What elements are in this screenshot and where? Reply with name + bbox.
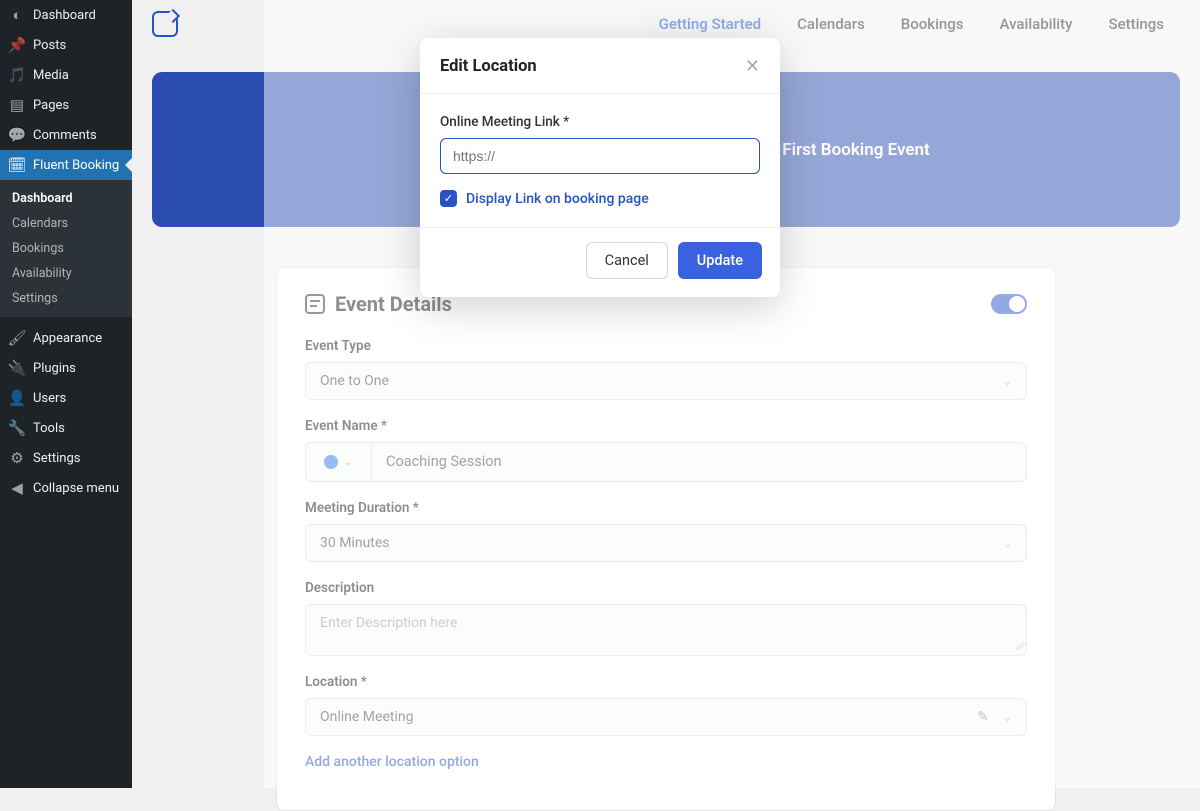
sidebar-sub-bookings[interactable]: Bookings xyxy=(0,236,132,261)
sidebar-item-media[interactable]: 🎵 Media xyxy=(0,60,132,90)
meeting-link-label: Online Meeting Link * xyxy=(440,114,760,130)
close-icon[interactable]: ✕ xyxy=(745,56,760,77)
modal-title: Edit Location xyxy=(440,57,537,76)
sidebar-item-collapse[interactable]: ◀ Collapse menu xyxy=(0,473,132,503)
cancel-button[interactable]: Cancel xyxy=(586,242,668,279)
sidebar-item-label: Posts xyxy=(33,38,66,53)
sidebar-item-label: Plugins xyxy=(33,361,76,376)
sidebar-item-appearance[interactable]: 🖌 Appearance xyxy=(0,323,132,353)
sidebar-item-label: Appearance xyxy=(33,331,102,346)
sidebar-item-label: Comments xyxy=(33,128,97,143)
sidebar-item-settings[interactable]: ⚙ Settings xyxy=(0,443,132,473)
wp-admin-sidebar: ◐ Dashboard 📌 Posts 🎵 Media ▤ Pages 💬 Co… xyxy=(0,0,132,788)
sidebar-sub-calendars[interactable]: Calendars xyxy=(0,211,132,236)
sidebar-item-posts[interactable]: 📌 Posts xyxy=(0,30,132,60)
sidebar-item-pages[interactable]: ▤ Pages xyxy=(0,90,132,120)
sidebar-item-tools[interactable]: 🔧 Tools xyxy=(0,413,132,443)
pages-icon: ▤ xyxy=(9,97,25,113)
collapse-icon: ◀ xyxy=(9,480,25,496)
pin-icon: 📌 xyxy=(9,37,25,53)
gauge-icon: ◐ xyxy=(9,7,25,23)
sidebar-item-fluent-booking[interactable]: 🗓 Fluent Booking xyxy=(0,150,132,180)
sidebar-sub-dashboard[interactable]: Dashboard xyxy=(0,186,132,211)
sidebar-item-label: Media xyxy=(33,68,69,83)
brush-icon: 🖌 xyxy=(9,330,25,346)
meeting-link-input[interactable] xyxy=(440,138,760,174)
sidebar-item-label: Settings xyxy=(33,451,80,466)
sidebar-sub-availability[interactable]: Availability xyxy=(0,261,132,286)
sidebar-item-label: Users xyxy=(33,391,66,406)
media-icon: 🎵 xyxy=(9,67,25,83)
users-icon: 👤 xyxy=(9,390,25,406)
sidebar-item-label: Dashboard xyxy=(33,8,96,23)
calendar-icon: 🗓 xyxy=(9,157,25,173)
sidebar-item-comments[interactable]: 💬 Comments xyxy=(0,120,132,150)
plug-icon: 🔌 xyxy=(9,360,25,376)
edit-location-modal: Edit Location ✕ Online Meeting Link * ✓ … xyxy=(420,38,780,297)
sidebar-item-users[interactable]: 👤 Users xyxy=(0,383,132,413)
display-link-label: Display Link on booking page xyxy=(466,191,649,207)
display-link-checkbox[interactable]: ✓ xyxy=(440,190,457,207)
sidebar-submenu: Dashboard Calendars Bookings Availabilit… xyxy=(0,180,132,317)
sidebar-item-dashboard[interactable]: ◐ Dashboard xyxy=(0,0,132,30)
sidebar-item-label: Collapse menu xyxy=(33,481,119,496)
sliders-icon: ⚙ xyxy=(9,450,25,466)
sidebar-item-label: Fluent Booking xyxy=(33,158,119,173)
tools-icon: 🔧 xyxy=(9,420,25,436)
update-button[interactable]: Update xyxy=(678,242,762,279)
sidebar-sub-settings[interactable]: Settings xyxy=(0,286,132,311)
sidebar-item-plugins[interactable]: 🔌 Plugins xyxy=(0,353,132,383)
comment-icon: 💬 xyxy=(9,127,25,143)
app-logo-icon xyxy=(152,11,178,37)
sidebar-item-label: Tools xyxy=(33,421,65,436)
sidebar-item-label: Pages xyxy=(33,98,69,113)
